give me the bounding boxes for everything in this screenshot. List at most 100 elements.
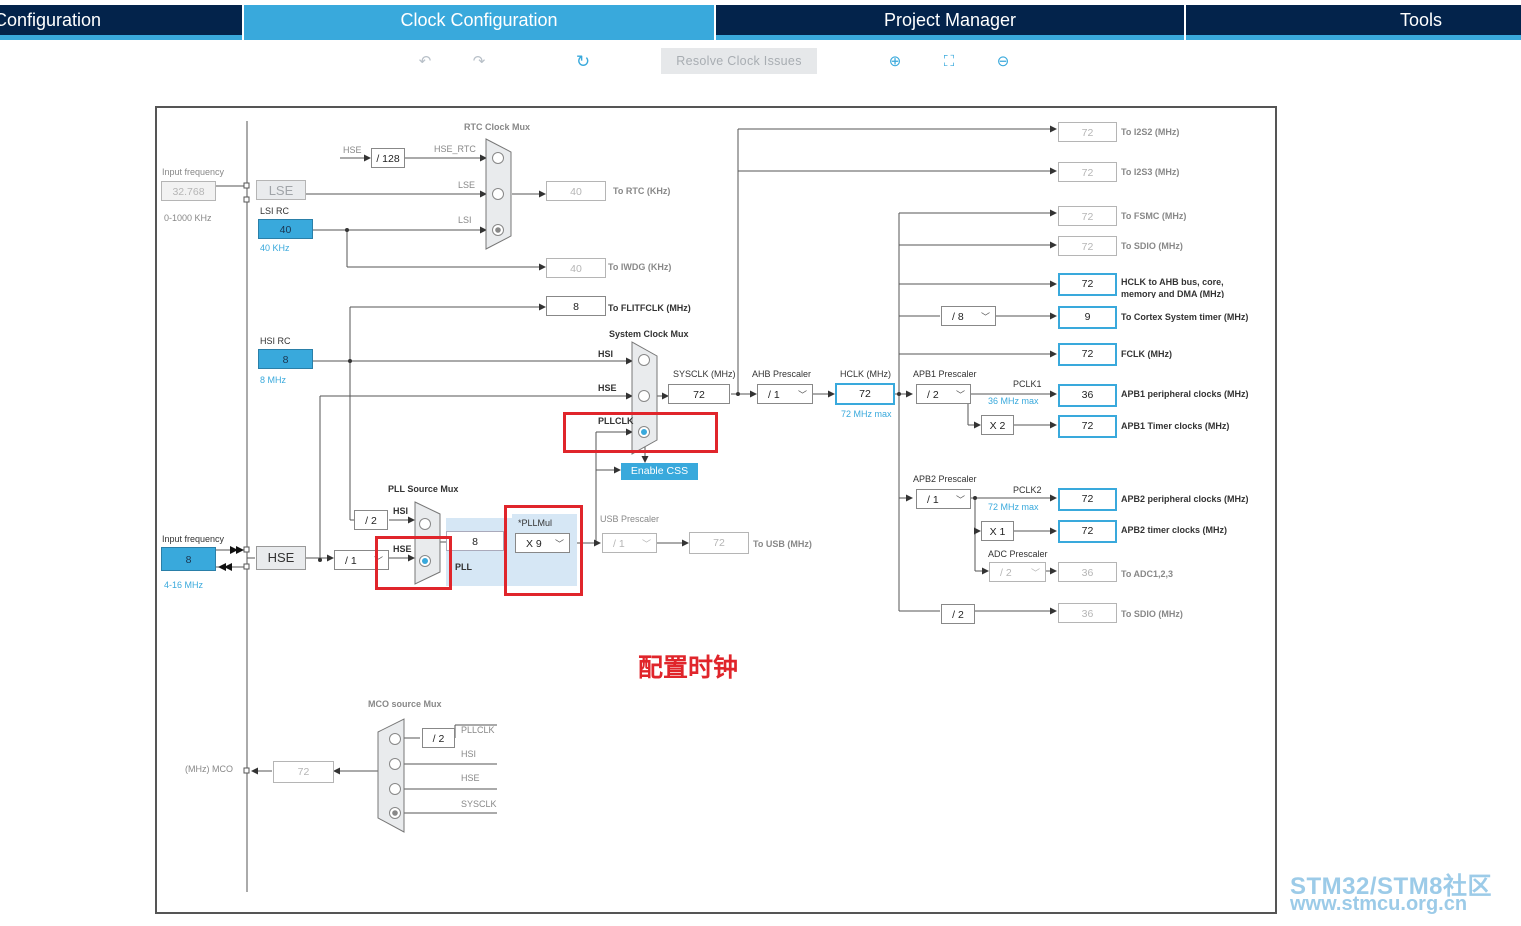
mco-hse-label: HSE — [461, 773, 480, 783]
output-adc-value: 36 — [1058, 562, 1117, 582]
hclk-value[interactable]: 72 — [835, 383, 895, 405]
lsi-rc-value[interactable]: 40 — [258, 219, 313, 239]
cortex-timer-divider-select[interactable]: / 8 ﹀ — [941, 306, 996, 326]
sysclk-label: SYSCLK (MHz) — [673, 369, 736, 379]
clock-wires — [216, 121, 1057, 892]
flitfclk-value: 8 — [546, 296, 606, 316]
output-fclk-value: 72 — [1058, 343, 1117, 366]
cortex-divider-value: / 8 — [952, 311, 964, 323]
output-apb1-timer-value: 72 — [1058, 415, 1117, 438]
rtc-hse-divider[interactable]: / 128 — [371, 148, 405, 168]
apb2-prescaler-value: / 1 — [927, 494, 939, 506]
output-fsmc-value: 72 — [1058, 206, 1117, 226]
apb1-prescaler-select[interactable]: / 2 ﹀ — [916, 384, 971, 404]
enable-css-button[interactable]: Enable CSS — [621, 463, 698, 480]
iwdg-output-label: To IWDG (KHz) — [608, 262, 672, 272]
lse-range-label: 0-1000 KHz — [164, 213, 212, 223]
pll-input-value: 8 — [446, 531, 504, 551]
pclk2-label: PCLK2 — [1013, 485, 1042, 495]
pll-source-mux-title: PLL Source Mux — [388, 484, 459, 494]
pclk1-max-label: 36 MHz max — [988, 396, 1039, 406]
pll-hsi-divider: / 2 — [354, 510, 388, 530]
output-apb1-timer-label: APB1 Timer clocks (MHz) — [1121, 421, 1230, 431]
output-i2s3-value: 72 — [1058, 162, 1117, 182]
ahb-prescaler-label: AHB Prescaler — [752, 369, 812, 379]
ahb-prescaler-value: / 1 — [768, 389, 780, 401]
output-hclk-ahb-value: 72 — [1058, 273, 1117, 296]
lsi-freq-label: 40 KHz — [260, 243, 290, 253]
sysclk-value[interactable]: 72 — [668, 384, 730, 404]
rtc-hse-label: HSE — [343, 145, 362, 155]
chevron-down-icon: ﹀ — [980, 312, 990, 322]
output-i2s3-label: To I2S3 (MHz) — [1121, 167, 1180, 177]
system-clock-mux-title: System Clock Mux — [609, 329, 689, 339]
mco-hsi-label: HSI — [461, 749, 477, 759]
adc-prescaler-label: ADC Prescaler — [988, 549, 1048, 559]
apb1-prescaler-value: / 2 — [927, 389, 939, 401]
rtc-lsi-label: LSI — [458, 215, 472, 225]
mco-pll-divider: / 2 — [422, 728, 455, 748]
hse-block[interactable]: HSE — [256, 546, 306, 570]
hsi-rc-title: HSI RC — [260, 336, 291, 346]
annotation-text: 配置时钟 — [638, 654, 739, 682]
usb-prescaler-value: / 1 — [613, 538, 625, 550]
rtc-lse-label: LSE — [458, 180, 476, 190]
chevron-down-icon: ﹀ — [797, 390, 807, 400]
output-apb2-peripheral-label: APB2 peripheral clocks (MHz) — [1121, 494, 1249, 504]
usb-output-value: 72 — [689, 532, 749, 554]
iwdg-output-value: 40 — [546, 258, 606, 278]
hclk-max-label: 72 MHz max — [841, 409, 892, 419]
chevron-down-icon: ﹀ — [1030, 568, 1040, 578]
hsi-rc-value[interactable]: 8 — [258, 349, 313, 369]
output-sdio-ahb-value: 72 — [1058, 236, 1117, 256]
adc-prescaler-select[interactable]: / 2 ﹀ — [989, 562, 1046, 582]
lsi-rc-title: LSI RC — [260, 206, 290, 216]
adc-prescaler-value: / 2 — [1000, 567, 1012, 579]
output-cortex-timer-label: To Cortex System timer (MHz) — [1121, 312, 1249, 322]
apb2-timer-multiplier: X 1 — [981, 521, 1014, 541]
usb-prescaler-select[interactable]: / 1 ﹀ — [602, 533, 657, 553]
hse-input-label: Input frequency — [162, 534, 225, 544]
hse-prediv-value: / 1 — [345, 555, 357, 567]
apb1-prescaler-label: APB1 Prescaler — [913, 369, 977, 379]
ahb-prescaler-select[interactable]: / 1 ﹀ — [757, 384, 813, 404]
rtc-output-value: 40 — [546, 181, 606, 201]
output-apb1-peripheral-value: 36 — [1058, 384, 1117, 407]
mco-sysclk-label: SYSCLK — [461, 799, 497, 809]
hse-range-label: 4-16 MHz — [164, 580, 204, 590]
rtc-hse-rtc-label: HSE_RTC — [434, 144, 476, 154]
output-sdio-ahb-label: To SDIO (MHz) — [1121, 241, 1183, 251]
chevron-down-icon: ﹀ — [955, 390, 965, 400]
mco-output-value: 72 — [273, 761, 334, 783]
pll-hsi-label: HSI — [393, 506, 409, 516]
output-i2s2-value: 72 — [1058, 122, 1117, 142]
pclk1-label: PCLK1 — [1013, 379, 1042, 389]
output-apb2-peripheral-value: 72 — [1058, 488, 1117, 511]
output-apb2-timer-value: 72 — [1058, 520, 1117, 543]
hsi-freq-label: 8 MHz — [260, 375, 287, 385]
output-sdio-apb2-label: To SDIO (MHz) — [1121, 609, 1183, 619]
chevron-down-icon: ﹀ — [955, 495, 965, 505]
watermark-line2: www.stmcu.org.cn — [1290, 893, 1468, 915]
apb1-timer-multiplier: X 2 — [981, 415, 1014, 435]
output-apb2-timer-label: APB2 timer clocks (MHz) — [1121, 525, 1228, 535]
lse-input-label: Input frequency — [162, 167, 225, 177]
lse-block[interactable]: LSE — [256, 180, 306, 200]
lse-input-field[interactable]: 32.768 — [161, 181, 216, 201]
pll-label: PLL — [455, 562, 472, 572]
rtc-output-label: To RTC (KHz) — [613, 186, 671, 196]
apb2-prescaler-label: APB2 Prescaler — [913, 474, 977, 484]
hclk-label: HCLK (MHz) — [840, 369, 891, 379]
usb-prescaler-label: USB Prescaler — [600, 514, 660, 524]
pclk2-max-label: 72 MHz max — [988, 502, 1039, 512]
highlight-pllmul — [504, 505, 583, 596]
mco-source-mux-title: MCO source Mux — [368, 699, 442, 709]
hse-input-field[interactable]: 8 — [161, 547, 216, 571]
mco-output-label: (MHz) MCO — [185, 764, 233, 774]
output-hclk-ahb-label: HCLK to AHB bus, core, — [1121, 277, 1224, 287]
flitfclk-label: To FLITFCLK (MHz) — [608, 303, 691, 313]
sysmux-hsi-label: HSI — [598, 349, 614, 359]
output-fsmc-label: To FSMC (MHz) — [1121, 211, 1187, 221]
apb2-prescaler-select[interactable]: / 1 ﹀ — [916, 489, 971, 509]
sdio-divider: / 2 — [941, 604, 975, 624]
